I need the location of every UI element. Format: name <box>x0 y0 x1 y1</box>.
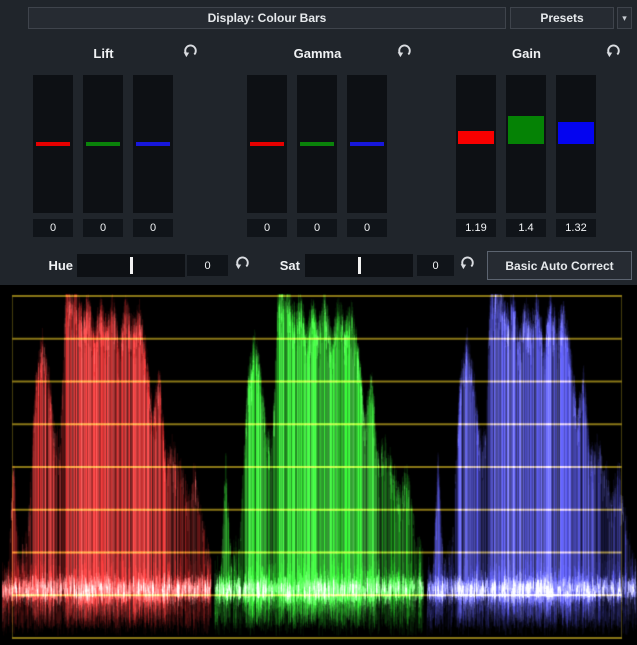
hue-reset-button[interactable] <box>233 256 251 274</box>
gain-red-value[interactable]: 1.19 <box>456 219 496 237</box>
gamma-red-value[interactable]: 0 <box>247 219 287 237</box>
gamma-reset-button[interactable] <box>395 44 413 62</box>
reset-icon <box>234 254 251 276</box>
reset-icon <box>182 42 199 64</box>
gain-red-slider[interactable] <box>456 75 496 213</box>
gain-title: Gain <box>456 46 597 61</box>
presets-dropdown-button[interactable]: ▾ <box>617 7 632 29</box>
gain-blue-value[interactable]: 1.32 <box>556 219 596 237</box>
lift-red-value[interactable]: 0 <box>33 219 73 237</box>
lift-red-handle[interactable] <box>36 142 70 146</box>
gamma-blue-slider[interactable] <box>347 75 387 213</box>
colour-correction-panel: Display: Colour Bars Presets ▾ Lift 0 0 … <box>0 0 637 645</box>
lift-reset-button[interactable] <box>181 44 199 62</box>
gain-green-slider[interactable] <box>506 75 546 213</box>
hue-slider-handle[interactable] <box>130 257 133 274</box>
basic-auto-correct-button[interactable]: Basic Auto Correct <box>487 251 632 280</box>
display-mode-label: Display: Colour Bars <box>208 11 327 25</box>
gain-blue-handle[interactable] <box>558 122 594 144</box>
gamma-title: Gamma <box>247 46 388 61</box>
gain-section: Gain 1.19 1.4 1.32 <box>456 40 623 240</box>
hue-slider[interactable] <box>77 254 185 277</box>
gamma-green-slider[interactable] <box>297 75 337 213</box>
gamma-blue-handle[interactable] <box>350 142 384 146</box>
gain-blue-slider[interactable] <box>556 75 596 213</box>
hue-value[interactable]: 0 <box>187 255 228 276</box>
gamma-green-handle[interactable] <box>300 142 334 146</box>
sat-reset-button[interactable] <box>458 256 476 274</box>
gamma-red-slider[interactable] <box>247 75 287 213</box>
sat-slider[interactable] <box>305 254 413 277</box>
sat-slider-handle[interactable] <box>358 257 361 274</box>
presets-button[interactable]: Presets <box>510 7 614 29</box>
lift-green-handle[interactable] <box>86 142 120 146</box>
lift-green-slider[interactable] <box>83 75 123 213</box>
reset-icon <box>605 42 622 64</box>
reset-icon <box>459 254 476 276</box>
lift-section: Lift 0 0 0 <box>33 40 200 240</box>
gain-green-value[interactable]: 1.4 <box>506 219 546 237</box>
lift-title: Lift <box>33 46 174 61</box>
gamma-green-value[interactable]: 0 <box>297 219 337 237</box>
lift-blue-handle[interactable] <box>136 142 170 146</box>
sat-value[interactable]: 0 <box>417 255 454 276</box>
lift-green-value[interactable]: 0 <box>83 219 123 237</box>
lift-blue-value[interactable]: 0 <box>133 219 173 237</box>
gain-reset-button[interactable] <box>604 44 622 62</box>
rgb-parade-scope <box>0 285 637 645</box>
basic-auto-correct-label: Basic Auto Correct <box>505 259 613 273</box>
reset-icon <box>396 42 413 64</box>
display-mode-button[interactable]: Display: Colour Bars <box>28 7 506 29</box>
gamma-section: Gamma 0 0 0 <box>247 40 414 240</box>
gamma-blue-value[interactable]: 0 <box>347 219 387 237</box>
lift-blue-slider[interactable] <box>133 75 173 213</box>
sat-label: Sat <box>262 258 300 273</box>
waveform-canvas <box>0 285 637 645</box>
gain-red-handle[interactable] <box>458 131 494 144</box>
chevron-down-icon: ▾ <box>622 13 627 24</box>
gain-green-handle[interactable] <box>508 116 544 144</box>
lift-red-slider[interactable] <box>33 75 73 213</box>
presets-label: Presets <box>540 11 583 25</box>
hue-label: Hue <box>30 258 73 273</box>
gamma-red-handle[interactable] <box>250 142 284 146</box>
